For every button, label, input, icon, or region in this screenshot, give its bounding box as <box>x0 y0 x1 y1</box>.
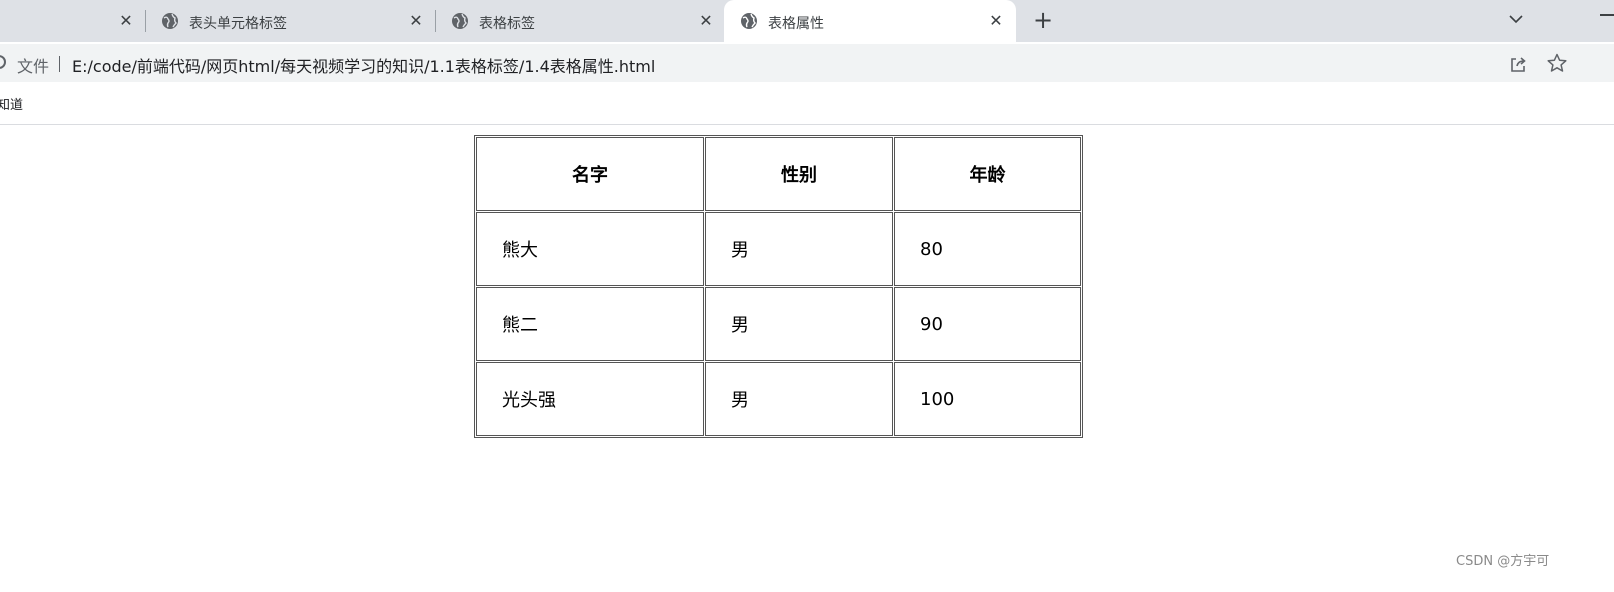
globe-icon <box>452 13 468 29</box>
table-row: 光头强 男 100 <box>476 362 1081 436</box>
watermark: CSDN @方宇可 <box>1456 554 1550 569</box>
address-bar: 文件 E:/code/前端代码/网页html/每天视频学习的知识/1.1表格标签… <box>0 44 1614 82</box>
globe-icon <box>741 13 757 29</box>
close-icon[interactable]: ✕ <box>116 11 136 31</box>
table-header-cell: 年龄 <box>894 137 1081 211</box>
table-row: 熊二 男 90 <box>476 287 1081 361</box>
tab-partial[interactable]: ✕ <box>0 0 145 42</box>
table-header-cell: 名字 <box>476 137 704 211</box>
tab-strip: ✕ 表头单元格标签 ✕ 表格标签 ✕ 表格属性 ✕ + <box>0 0 1614 44</box>
star-icon[interactable] <box>1546 52 1568 74</box>
tab-title: 表格属性 <box>768 16 824 32</box>
scheme-divider <box>59 56 60 72</box>
table-cell: 80 <box>894 212 1081 286</box>
tab-title: 表头单元格标签 <box>189 16 287 32</box>
close-icon[interactable]: ✕ <box>696 11 716 31</box>
url-field[interactable]: E:/code/前端代码/网页html/每天视频学习的知识/1.1表格标签/1.… <box>72 53 655 77</box>
tab-title: 表格标签 <box>479 16 535 32</box>
table-header-row: 名字 性别 年龄 <box>476 137 1081 211</box>
bookmark-item[interactable]: 知道 <box>0 94 23 113</box>
table-row: 熊大 男 80 <box>476 212 1081 286</box>
table-cell: 90 <box>894 287 1081 361</box>
tab-table-header-cells[interactable]: 表头单元格标签 ✕ <box>145 0 435 42</box>
globe-icon <box>162 13 178 29</box>
tab-table-attributes[interactable]: 表格属性 ✕ <box>724 0 1016 44</box>
table-cell: 熊大 <box>476 212 704 286</box>
close-icon[interactable]: ✕ <box>986 11 1006 31</box>
table-cell: 熊二 <box>476 287 704 361</box>
chevron-down-icon[interactable] <box>1506 9 1526 29</box>
table-cell: 男 <box>705 212 893 286</box>
scheme-label: 文件 <box>17 57 50 76</box>
new-tab-button[interactable]: + <box>1031 8 1055 33</box>
table-cell: 男 <box>705 287 893 361</box>
bookmarks-bar: 知道 <box>0 82 1614 125</box>
minimize-icon[interactable] <box>1600 14 1614 16</box>
table-cell: 100 <box>894 362 1081 436</box>
share-icon[interactable] <box>1507 53 1529 75</box>
data-table: 名字 性别 年龄 熊大 男 80 熊二 男 90 光头强 男 100 <box>474 135 1083 438</box>
table-cell: 男 <box>705 362 893 436</box>
tab-table-tags[interactable]: 表格标签 ✕ <box>435 0 725 42</box>
table-header-cell: 性别 <box>705 137 893 211</box>
table-cell: 光头强 <box>476 362 704 436</box>
close-icon[interactable]: ✕ <box>406 11 426 31</box>
info-icon[interactable] <box>0 55 6 69</box>
